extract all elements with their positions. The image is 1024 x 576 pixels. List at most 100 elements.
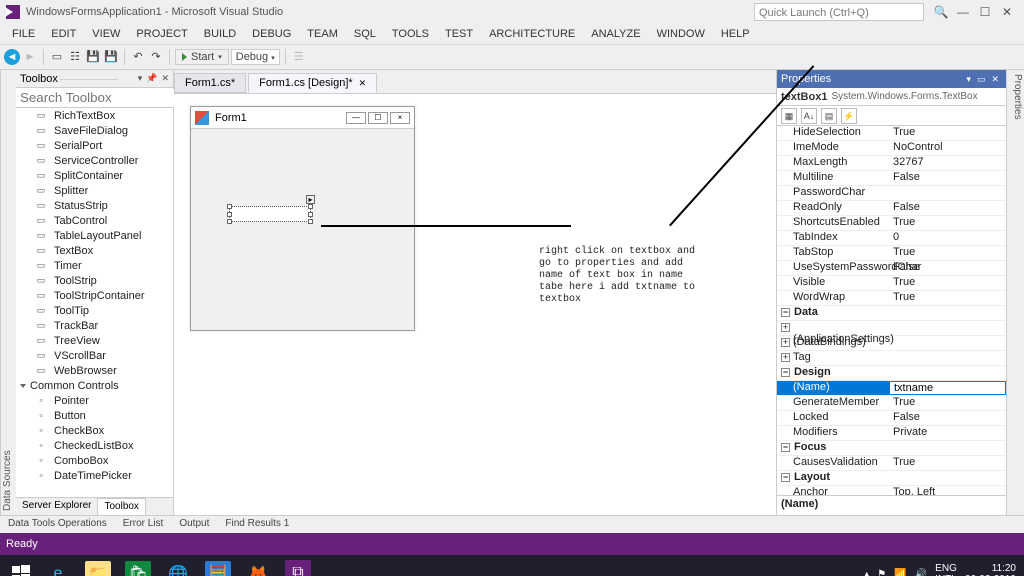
property-row[interactable]: CausesValidationTrue (777, 456, 1006, 471)
property-row[interactable]: ImeModeNoControl (777, 141, 1006, 156)
close-panel-icon[interactable]: ✕ (988, 74, 1002, 85)
toolbox-item-tooltip[interactable]: ▭ToolTip (16, 303, 173, 318)
property-category[interactable]: −Design (777, 366, 1006, 381)
close-tab-icon[interactable]: ✕ (359, 78, 367, 89)
property-category[interactable]: −Data (777, 306, 1006, 321)
undo-icon[interactable]: ↶ (130, 49, 146, 65)
dropdown-icon[interactable]: ▾ (963, 74, 974, 85)
property-row[interactable]: HideSelectionTrue (777, 126, 1006, 141)
property-row[interactable]: LockedFalse (777, 411, 1006, 426)
pin-icon[interactable]: ▭ (974, 74, 989, 85)
property-row[interactable]: TabIndex0 (777, 231, 1006, 246)
toolbox-item-toolstrip[interactable]: ▭ToolStrip (16, 273, 173, 288)
props-icon[interactable]: ▤ (821, 108, 837, 124)
server-explorer-tab[interactable]: Server Explorer (16, 498, 97, 515)
menu-build[interactable]: BUILD (196, 28, 244, 40)
redo-icon[interactable]: ↷ (148, 49, 164, 65)
toolbox-tab[interactable]: Toolbox (97, 498, 145, 515)
menu-architecture[interactable]: ARCHITECTURE (481, 28, 583, 40)
quick-launch-input[interactable]: Quick Launch (Ctrl+Q) (754, 3, 924, 21)
property-category[interactable]: −Focus (777, 441, 1006, 456)
property-row[interactable]: GenerateMemberTrue (777, 396, 1006, 411)
bottom-tab[interactable]: Data Tools Operations (0, 516, 115, 533)
toolbox-item-pointer[interactable]: ▫Pointer (16, 393, 173, 408)
property-row[interactable]: ModifiersPrivate (777, 426, 1006, 441)
property-row[interactable]: ReadOnlyFalse (777, 201, 1006, 216)
form-designer[interactable]: Form1 — ☐ × ▸ (190, 106, 415, 331)
property-row[interactable]: +(ApplicationSettings) (777, 321, 1006, 336)
data-sources-tab[interactable]: Data Sources (0, 70, 16, 515)
taskbar-vs-icon[interactable]: ⧉ (279, 559, 317, 576)
toolbox-item-timer[interactable]: ▭Timer (16, 258, 173, 273)
categorized-icon[interactable]: ▦ (781, 108, 797, 124)
open-icon[interactable]: ☷ (67, 49, 83, 65)
smart-tag-icon[interactable]: ▸ (306, 195, 315, 204)
toolbox-item-checkedlistbox[interactable]: ▫CheckedListBox (16, 438, 173, 453)
property-row[interactable]: TabStopTrue (777, 246, 1006, 261)
toolbox-group-common[interactable]: Common Controls (16, 378, 173, 393)
tray-lang[interactable]: ENG (935, 563, 957, 574)
menu-analyze[interactable]: ANALYZE (583, 28, 648, 40)
dropdown-icon[interactable]: ▾ (138, 73, 143, 84)
menu-view[interactable]: VIEW (84, 28, 128, 40)
toolbox-item-savefiledialog[interactable]: ▭SaveFileDialog (16, 123, 173, 138)
toolbox-item-treeview[interactable]: ▭TreeView (16, 333, 173, 348)
toolbox-item-splitter[interactable]: ▭Splitter (16, 183, 173, 198)
close-panel-icon[interactable]: ✕ (161, 73, 169, 84)
toolbox-item-richtextbox[interactable]: ▭RichTextBox (16, 108, 173, 123)
toolbox-item-serialport[interactable]: ▭SerialPort (16, 138, 173, 153)
property-row[interactable]: MultilineFalse (777, 171, 1006, 186)
toolbox-item-tabcontrol[interactable]: ▭TabControl (16, 213, 173, 228)
tray-volume-icon[interactable]: 🔊 (915, 569, 927, 576)
taskbar-calc-icon[interactable]: 🧮 (199, 559, 237, 576)
save-all-icon[interactable]: 💾 (103, 49, 119, 65)
toolbox-item-textbox[interactable]: ▭TextBox (16, 243, 173, 258)
tray-clock[interactable]: 11:20 06-02-2019 (965, 563, 1016, 576)
nav-back-icon[interactable]: ◄ (4, 49, 20, 65)
start-button[interactable]: Start ▾ (175, 49, 229, 65)
toolbox-item-webbrowser[interactable]: ▭WebBrowser (16, 363, 173, 378)
toolbox-item-tablelayoutpanel[interactable]: ▭TableLayoutPanel (16, 228, 173, 243)
tray-up-icon[interactable]: ▴ (864, 569, 869, 576)
property-row[interactable]: MaxLength32767 (777, 156, 1006, 171)
collapse-icon[interactable]: − (781, 443, 790, 452)
doc-tab[interactable]: Form1.cs* (174, 73, 246, 93)
events-icon[interactable]: ⚡ (841, 108, 857, 124)
menu-team[interactable]: TEAM (299, 28, 346, 40)
menu-file[interactable]: FILE (4, 28, 43, 40)
tray-flag-icon[interactable]: ⚑ (877, 569, 886, 576)
property-name-row[interactable]: (Name) (777, 381, 1006, 396)
menu-sql[interactable]: SQL (346, 28, 384, 40)
menu-test[interactable]: TEST (437, 28, 481, 40)
toolbox-item-statusstrip[interactable]: ▭StatusStrip (16, 198, 173, 213)
maximize-button[interactable]: ☐ (974, 5, 996, 19)
menu-tools[interactable]: TOOLS (384, 28, 437, 40)
close-button[interactable]: ✕ (996, 5, 1018, 19)
start-menu-button[interactable] (4, 559, 38, 576)
config-dropdown[interactable]: Debug ▾ (231, 49, 280, 65)
menu-window[interactable]: WINDOW (649, 28, 713, 40)
toolbox-item-splitcontainer[interactable]: ▭SplitContainer (16, 168, 173, 183)
property-category[interactable]: −Layout (777, 471, 1006, 486)
toolbox-item-button[interactable]: ▫Button (16, 408, 173, 423)
property-row[interactable]: VisibleTrue (777, 276, 1006, 291)
bottom-tab[interactable]: Find Results 1 (217, 516, 297, 533)
tray-network-icon[interactable]: 📶 (894, 569, 906, 576)
toolbox-item-checkbox[interactable]: ▫CheckBox (16, 423, 173, 438)
taskbar-explorer-icon[interactable]: 📁 (79, 559, 117, 576)
new-project-icon[interactable]: ▭ (49, 49, 65, 65)
bottom-tab[interactable]: Output (171, 516, 217, 533)
object-selector[interactable]: textBox1 System.Windows.Forms.TextBox (777, 88, 1006, 106)
taskbar-firefox-icon[interactable]: 🦊 (239, 559, 277, 576)
collapse-icon[interactable]: − (781, 473, 790, 482)
menu-help[interactable]: HELP (713, 28, 758, 40)
collapse-icon[interactable]: − (781, 308, 790, 317)
property-row[interactable]: WordWrapTrue (777, 291, 1006, 306)
collapse-icon[interactable]: − (781, 368, 790, 377)
toolbox-item-toolstripcontainer[interactable]: ▭ToolStripContainer (16, 288, 173, 303)
toolbox-item-combobox[interactable]: ▫ComboBox (16, 453, 173, 468)
doc-tab[interactable]: Form1.cs [Design]*✕ (248, 73, 377, 93)
save-icon[interactable]: 💾 (85, 49, 101, 65)
property-row[interactable]: UseSystemPasswordCharFalse (777, 261, 1006, 276)
property-row[interactable]: +Tag (777, 351, 1006, 366)
